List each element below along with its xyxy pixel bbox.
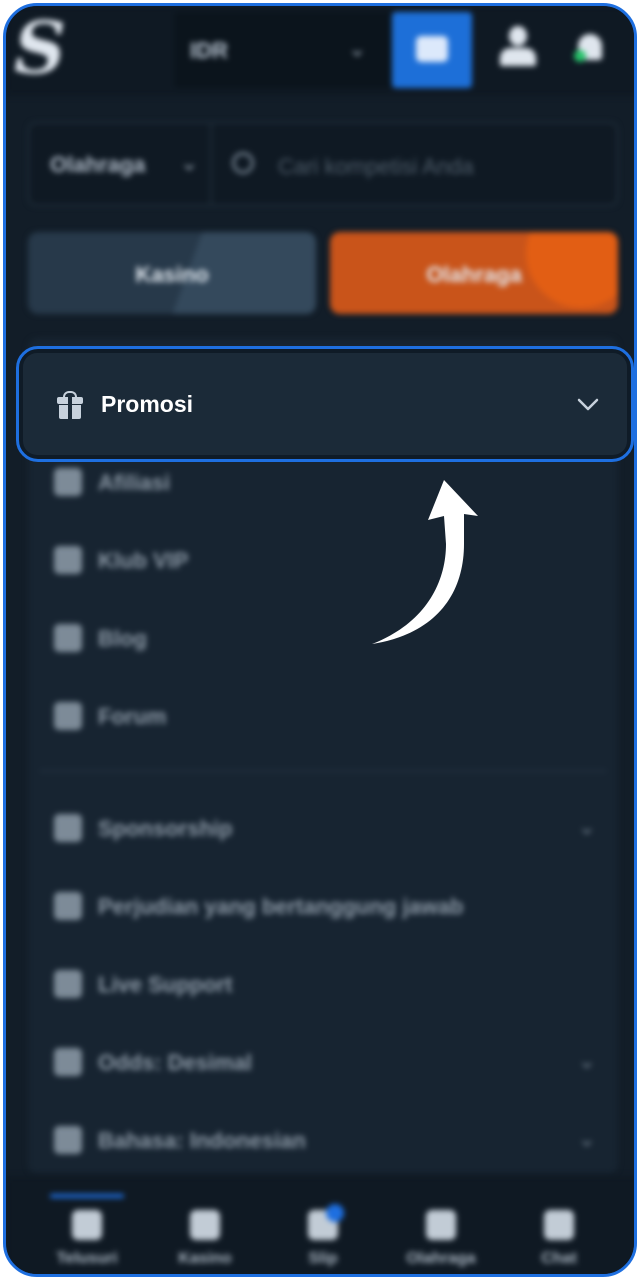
casino-icon: [190, 1210, 220, 1240]
currency-selector[interactable]: IDR ⌄: [174, 12, 392, 88]
sports-icon: [426, 1210, 456, 1240]
chevron-down-icon: ⌄: [577, 1126, 596, 1151]
menu-item-label: Bahasa: Indonesian: [98, 1128, 306, 1153]
search-bar: Olahraga ⌄ Cari kompetisi Anda: [28, 122, 618, 206]
bottom-nav-olahraga[interactable]: Olahraga: [386, 1210, 496, 1274]
chat-icon: [544, 1210, 574, 1240]
menu-item-odds[interactable]: Odds: Desimal ⌄: [28, 1032, 618, 1092]
active-tab-indicator: [50, 1194, 124, 1198]
search-icon: [232, 152, 254, 174]
bottom-nav: Telusuri Kasino Slip Olahraga Chat: [6, 1176, 634, 1274]
menu-item-blog[interactable]: Blog: [28, 608, 618, 668]
sponsorship-icon: [54, 814, 82, 842]
gift-icon: [57, 391, 83, 419]
menu-item-responsible-gambling[interactable]: Perjudian yang bertanggung jawab: [28, 876, 618, 936]
affiliate-icon: [54, 468, 82, 496]
trophy-icon: [54, 546, 82, 574]
bottom-nav-label: Chat: [541, 1250, 577, 1267]
odds-icon: [54, 1048, 82, 1076]
divider: [210, 124, 212, 204]
tab-kasino[interactable]: Kasino: [28, 232, 316, 314]
side-menu: Afiliasi Klub VIP Blog Forum Sponsorship…: [28, 338, 618, 1174]
menu-item-sponsorship[interactable]: Sponsorship ⌄: [28, 798, 618, 858]
search-input[interactable]: Cari kompetisi Anda: [278, 154, 474, 180]
top-bar: S IDR ⌄: [6, 6, 634, 96]
bottom-nav-telusuri[interactable]: Telusuri: [32, 1210, 142, 1274]
wallet-icon: [416, 36, 448, 62]
bottom-nav-label: Slip: [308, 1250, 338, 1267]
bottom-nav-label: Olahraga: [406, 1250, 476, 1267]
tab-olahraga[interactable]: Olahraga: [330, 232, 618, 314]
notification-dot: [574, 50, 586, 62]
tab-label: Kasino: [135, 262, 209, 287]
menu-item-promosi[interactable]: Promosi: [16, 346, 634, 462]
chevron-down-icon: ⌄: [577, 1048, 596, 1073]
menu-item-live-support[interactable]: Live Support: [28, 954, 618, 1014]
slip-badge: [326, 1204, 344, 1222]
phone-frame: S IDR ⌄ Olahraga ⌄ Cari kompetisi Anda K…: [3, 3, 637, 1277]
menu-item-label: Sponsorship: [98, 816, 233, 841]
globe-icon: [54, 1126, 82, 1154]
wallet-button[interactable]: [392, 12, 472, 88]
bottom-nav-kasino[interactable]: Kasino: [150, 1210, 260, 1274]
menu-divider: [40, 770, 606, 772]
menu-item-label: Blog: [98, 626, 147, 651]
shield-icon: [54, 892, 82, 920]
pointer-arrow-icon: [372, 480, 478, 644]
bottom-nav-chat[interactable]: Chat: [504, 1210, 614, 1274]
menu-item-label: Live Support: [98, 972, 233, 997]
currency-label: IDR: [190, 38, 228, 63]
chevron-down-icon: ⌄: [577, 814, 596, 839]
menu-item-label: Forum: [98, 704, 167, 729]
menu-item-label: Promosi: [101, 391, 194, 417]
menu-item-label: Afiliasi: [98, 470, 171, 495]
chevron-down-icon: ⌄: [180, 150, 199, 175]
browse-icon: [72, 1210, 102, 1240]
forum-icon: [54, 702, 82, 730]
menu-item-label: Odds: Desimal: [98, 1050, 253, 1075]
menu-item-forum[interactable]: Forum: [28, 686, 618, 746]
site-logo[interactable]: S: [14, 8, 66, 88]
bottom-nav-label: Telusuri: [56, 1250, 118, 1267]
user-icon[interactable]: [498, 26, 538, 70]
bottom-nav-slip[interactable]: Slip: [268, 1204, 378, 1274]
menu-item-klub-vip[interactable]: Klub VIP: [28, 530, 618, 590]
menu-item-label: Klub VIP: [98, 548, 189, 573]
chevron-down-icon: ⌄: [348, 36, 367, 61]
tab-label: Olahraga: [426, 262, 522, 287]
chevron-down-icon: [577, 398, 599, 411]
blog-icon: [54, 624, 82, 652]
notification-bell-icon[interactable]: [572, 28, 608, 68]
menu-item-label: Perjudian yang bertanggung jawab: [98, 894, 464, 919]
menu-item-language[interactable]: Bahasa: Indonesian ⌄: [28, 1110, 618, 1170]
search-category-select[interactable]: Olahraga: [50, 152, 145, 178]
headset-icon: [54, 970, 82, 998]
bottom-nav-label: Kasino: [178, 1250, 232, 1267]
